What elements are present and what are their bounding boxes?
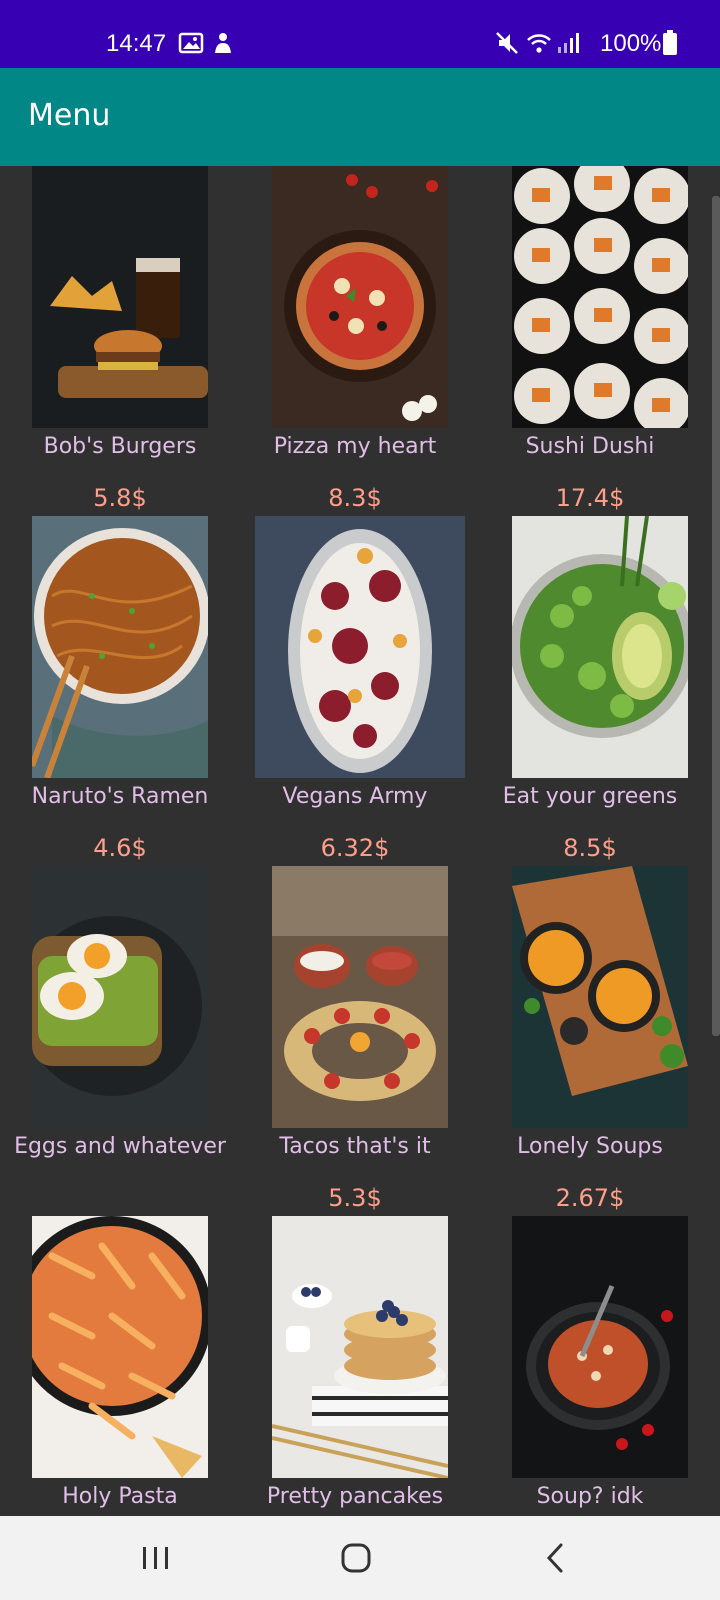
mute-icon bbox=[494, 30, 520, 56]
menu-item[interactable]: Eat your greens 8.5$ bbox=[470, 516, 710, 866]
nav-bar bbox=[0, 1516, 720, 1600]
menu-item[interactable]: Sushi Dushi 17.4$ bbox=[470, 166, 710, 516]
menu-grid[interactable]: Bob's Burgers 5.8$ Pizza my heart 8.3$ S… bbox=[0, 166, 712, 1516]
menu-item[interactable]: Holy Pasta bbox=[0, 1216, 240, 1516]
burger-photo[interactable] bbox=[32, 166, 208, 428]
menu-item[interactable]: Tacos that's it 5.3$ bbox=[235, 866, 475, 1216]
menu-item-name: Eggs and whatever bbox=[14, 1134, 226, 1159]
menu-item-name: Soup? idk bbox=[536, 1484, 644, 1509]
menu-item[interactable]: Soup? idk bbox=[470, 1216, 710, 1516]
signal-icon bbox=[556, 30, 582, 56]
menu-item[interactable]: Pretty pancakes bbox=[235, 1216, 475, 1516]
home-button[interactable] bbox=[334, 1536, 378, 1580]
menu-item-name: Naruto's Ramen bbox=[31, 784, 209, 809]
menu-item-price: 8.5$ bbox=[563, 834, 617, 862]
sushi-photo[interactable] bbox=[512, 166, 688, 428]
menu-item[interactable]: Naruto's Ramen 4.6$ bbox=[0, 516, 240, 866]
menu-item-name: Pizza my heart bbox=[273, 434, 437, 459]
scrollbar[interactable] bbox=[712, 196, 720, 1036]
menu-item-price: 5.3$ bbox=[328, 1184, 382, 1212]
menu-item[interactable]: Vegans Army 6.32$ bbox=[235, 516, 475, 866]
status-time: 14:47 bbox=[106, 30, 167, 57]
menu-item-name: Lonely Soups bbox=[517, 1134, 663, 1159]
menu-item-price: 2.67$ bbox=[555, 1184, 625, 1212]
menu-item[interactable]: Lonely Soups 2.67$ bbox=[470, 866, 710, 1216]
battery-icon bbox=[662, 30, 678, 56]
eggs-avocado-photo[interactable] bbox=[32, 866, 208, 1128]
menu-item-name: Tacos that's it bbox=[279, 1134, 431, 1159]
menu-item-name: Vegans Army bbox=[282, 784, 428, 809]
pasta-photo[interactable] bbox=[32, 1216, 208, 1478]
menu-item[interactable]: Bob's Burgers 5.8$ bbox=[0, 166, 240, 516]
page-title: Menu bbox=[28, 98, 111, 133]
soups-photo[interactable] bbox=[512, 866, 688, 1128]
pancakes-photo[interactable] bbox=[272, 1216, 448, 1478]
battery-percentage: 100% bbox=[600, 30, 662, 57]
menu-item-price: 8.3$ bbox=[328, 484, 382, 512]
menu-item-name: Eat your greens bbox=[502, 784, 678, 809]
menu-item-name: Bob's Burgers bbox=[43, 434, 197, 459]
ramen-photo[interactable] bbox=[32, 516, 208, 778]
tacos-photo[interactable] bbox=[272, 866, 448, 1128]
back-icon bbox=[546, 1543, 563, 1573]
recents-icon bbox=[143, 1547, 168, 1569]
menu-item[interactable]: Pizza my heart 8.3$ bbox=[235, 166, 475, 516]
recents-button[interactable] bbox=[134, 1536, 178, 1580]
back-button[interactable] bbox=[534, 1536, 578, 1580]
menu-item[interactable]: Eggs and whatever bbox=[0, 866, 240, 1216]
vegan-platter-photo[interactable] bbox=[255, 516, 465, 778]
menu-item-name: Pretty pancakes bbox=[266, 1484, 444, 1509]
menu-item-price: 5.8$ bbox=[93, 484, 147, 512]
menu-item-price: 4.6$ bbox=[93, 834, 147, 862]
menu-item-price: 6.32$ bbox=[320, 834, 390, 862]
status-bar: 14:47 100% bbox=[0, 0, 720, 68]
tomato-soup-photo[interactable] bbox=[512, 1216, 688, 1478]
home-icon bbox=[341, 1543, 371, 1573]
notification-icon bbox=[210, 30, 236, 56]
gallery-icon bbox=[178, 30, 204, 56]
pizza-photo[interactable] bbox=[272, 166, 448, 428]
menu-item-name: Holy Pasta bbox=[62, 1484, 178, 1509]
greens-bowl-photo[interactable] bbox=[512, 516, 688, 778]
menu-item-name: Sushi Dushi bbox=[525, 434, 655, 459]
app-bar: Menu bbox=[0, 68, 720, 166]
menu-item-price: 17.4$ bbox=[555, 484, 625, 512]
wifi-icon bbox=[526, 30, 552, 56]
